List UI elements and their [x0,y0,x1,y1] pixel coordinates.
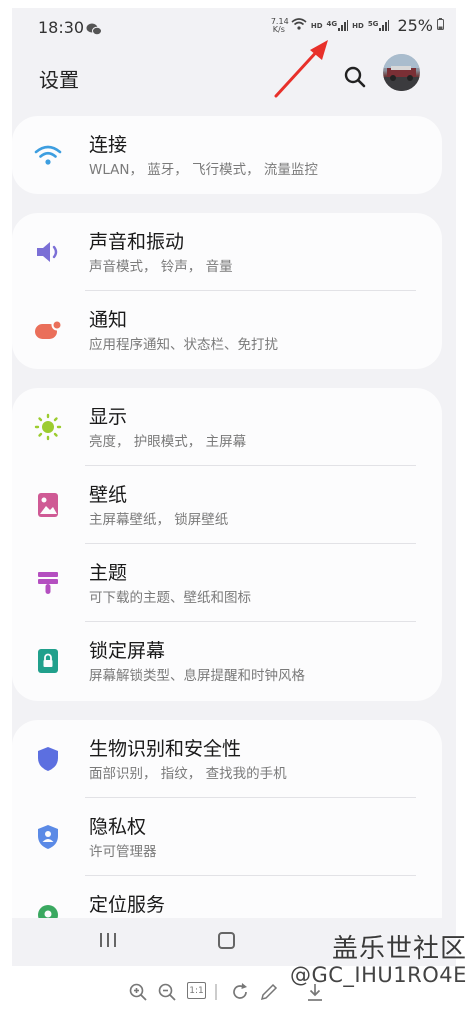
item-subtitle: 应用程序通知、状态栏、免打扰 [89,337,278,353]
signal-icon-2: 5G [368,20,390,31]
item-title: 锁定屏幕 [89,640,166,662]
status-time: 18:30 [38,18,85,37]
zoom-out-icon [158,983,176,1001]
wifi-icon [34,142,62,168]
search-icon [344,66,366,88]
network-type-1: 4G [326,20,338,28]
theme-brush-icon [34,570,62,596]
brightness-icon [34,413,62,441]
item-subtitle: 声音模式， 铃声， 音量 [89,259,233,275]
item-subtitle: 主屏幕壁纸， 锁屏壁纸 [89,512,229,528]
actual-size-button[interactable]: 1:1 [187,982,206,999]
notification-icon [34,317,62,343]
rotate-icon [233,983,247,999]
recent-apps-icon [100,933,116,947]
network-type-2: 5G [367,20,379,28]
settings-item-connections[interactable]: 连接 WLAN， 蓝牙， 飞行模式， 流量监控 [12,116,442,194]
zoom-in-icon [129,983,147,1001]
battery-icon [437,18,444,33]
shield-icon [34,746,62,772]
settings-item-biometrics[interactable]: 生物识别和安全性 面部识别， 指纹， 查找我的手机 [12,720,442,798]
item-title: 通知 [89,309,128,331]
settings-item-sound[interactable]: 声音和振动 声音模式， 铃声， 音量 [12,213,442,291]
zoom-out-button[interactable] [157,982,177,1002]
phone-screen: 18:30 7.14 K/s HD 4G HD 5G 25% 设置 连接 WLA… [12,8,456,966]
item-title: 声音和振动 [89,231,185,253]
hd-label-1: HD [310,21,323,30]
net-speed: 7.14 K/s [271,17,289,34]
settings-item-wallpaper[interactable]: 壁纸 主屏幕壁纸， 锁屏壁纸 [12,466,442,544]
settings-item-privacy[interactable]: 隐私权 许可管理器 [12,798,442,876]
avatar-photo-icon [383,54,420,91]
hd-label-2: HD [352,21,364,30]
settings-header: 设置 [12,50,456,108]
settings-item-lock-screen[interactable]: 锁定屏幕 屏幕解锁类型、息屏提醒和时钟风格 [12,622,442,700]
item-title: 连接 [89,134,128,156]
rotate-button[interactable] [230,982,250,1002]
volume-icon [34,239,62,265]
wechat-icon [86,21,102,40]
settings-group-connections: 连接 WLAN， 蓝牙， 飞行模式， 流量监控 [12,116,442,194]
pencil-icon [260,983,278,1001]
settings-group-display: 显示 亮度， 护眼模式， 主屏幕 壁纸 主屏幕壁纸， 锁屏壁纸 主题 可下载的主… [12,388,442,701]
item-title: 显示 [89,406,128,428]
wallpaper-icon [34,492,62,518]
search-button[interactable] [342,64,368,90]
status-bar: 18:30 7.14 K/s HD 4G HD 5G 25% [12,8,456,48]
community-watermark: 盖乐世社区 [332,934,468,964]
zoom-in-button[interactable] [128,982,148,1002]
item-subtitle: 许可管理器 [89,844,157,860]
page-title: 设置 [39,68,79,92]
edit-button[interactable] [259,982,279,1002]
wifi-status-icon [291,18,307,33]
signal-icon-1: 4G [327,20,349,31]
item-subtitle: WLAN， 蓝牙， 飞行模式， 流量监控 [89,162,318,178]
profile-avatar[interactable] [383,54,420,91]
item-title: 壁纸 [89,484,128,506]
item-subtitle: 可下载的主题、壁纸和图标 [89,590,251,606]
toolbar-divider [215,984,217,1000]
item-subtitle: 屏幕解锁类型、息屏提醒和时钟风格 [89,668,305,684]
user-watermark: @GC_IHU1RO4E [290,963,467,987]
item-subtitle: 面部识别， 指纹， 查找我的手机 [89,766,287,782]
status-indicators: 7.14 K/s HD 4G HD 5G 25% [271,16,444,35]
settings-item-themes[interactable]: 主题 可下载的主题、壁纸和图标 [12,544,442,622]
home-button[interactable] [218,932,235,949]
privacy-icon [34,824,62,850]
lock-icon [34,648,62,674]
settings-group-sound: 声音和振动 声音模式， 铃声， 音量 通知 应用程序通知、状态栏、免打扰 [12,213,442,369]
net-speed-unit: K/s [272,24,285,34]
item-title: 隐私权 [89,816,147,838]
battery-percent: 25% [397,16,433,35]
item-title: 主题 [89,562,128,584]
settings-item-notifications[interactable]: 通知 应用程序通知、状态栏、免打扰 [12,291,442,369]
settings-item-display[interactable]: 显示 亮度， 护眼模式， 主屏幕 [12,388,442,466]
item-title: 生物识别和安全性 [89,738,242,760]
item-subtitle: 亮度， 护眼模式， 主屏幕 [89,434,247,450]
recent-apps-button[interactable] [98,932,118,952]
item-title: 定位服务 [89,894,166,916]
